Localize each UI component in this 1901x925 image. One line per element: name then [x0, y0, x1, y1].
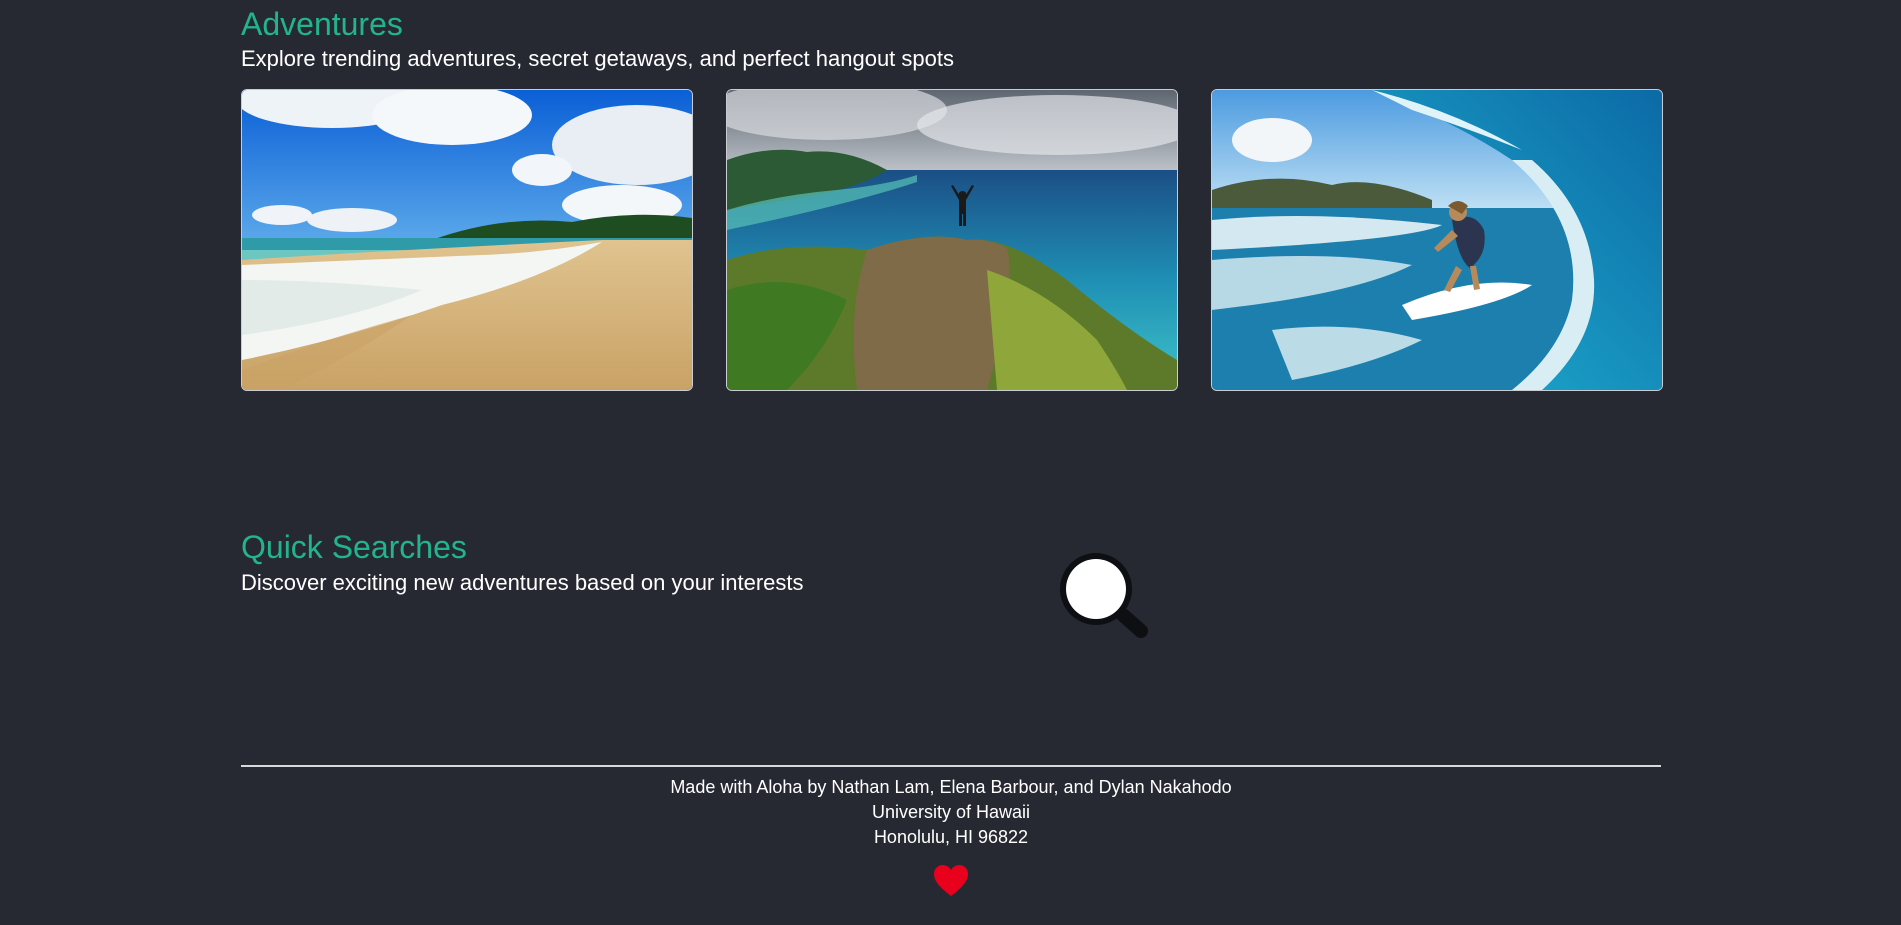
footer-credits: Made with Aloha by Nathan Lam, Elena Bar… [670, 777, 1232, 797]
heart-icon [934, 865, 968, 896]
search-icon [1060, 553, 1148, 638]
footer-location: Honolulu, HI 96822 [873, 827, 1029, 847]
quick-searches-title: Quick Searches [241, 529, 467, 565]
adventures-title: Adventures [241, 6, 403, 42]
adventure-cards [241, 89, 1663, 391]
adventure-card-beach[interactable] [241, 89, 693, 391]
adventure-card-surfer[interactable] [1211, 89, 1663, 391]
beach-shoreline-image [242, 90, 692, 390]
quick-search-button[interactable] [1053, 545, 1163, 645]
adventures-subtitle: Explore trending adventures, secret geta… [241, 46, 954, 71]
adventure-card-cliff[interactable] [726, 89, 1178, 391]
surfer-wave-image [1212, 90, 1662, 390]
footer: Made with Aloha by Nathan Lam, Elena Bar… [241, 775, 1661, 850]
quick-searches-subtitle: Discover exciting new adventures based o… [241, 570, 804, 595]
footer-divider [241, 765, 1661, 767]
footer-school: University of Hawaii [871, 802, 1031, 822]
cliff-summit-image [727, 90, 1177, 390]
